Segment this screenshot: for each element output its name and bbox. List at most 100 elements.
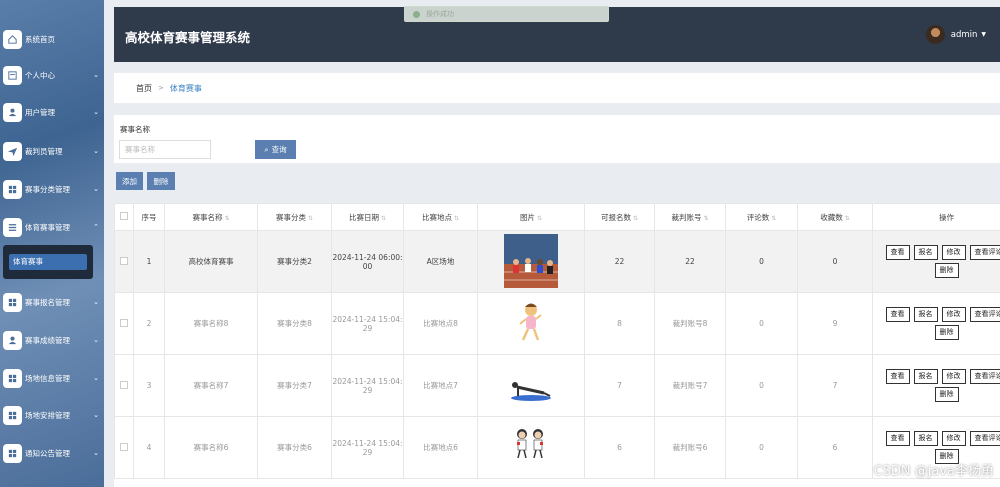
sidebar-item-categories[interactable]: 赛事分类管理 ⌄ (0, 177, 104, 201)
column-header[interactable]: 图片 ⇅ (477, 203, 585, 231)
cell-quota: 8 (584, 292, 655, 355)
delete-row-button[interactable]: 删除 (934, 263, 959, 278)
sort-icon: ⇅ (536, 214, 543, 222)
cell-image (477, 292, 585, 355)
column-header[interactable]: 比赛日期 ⇅ (331, 203, 404, 231)
cell-quota: 6 (584, 416, 655, 479)
row-checkbox[interactable] (114, 416, 134, 479)
sidebar-item-registrations[interactable]: 赛事报名管理 ⌄ (0, 290, 104, 314)
breadcrumb-separator: > (158, 84, 164, 92)
sidebar-item-venue-schedule[interactable]: 场地安排管理 ⌄ (0, 403, 104, 427)
view-comments-button[interactable]: 查看评论 (969, 431, 1000, 446)
grid-icon (3, 368, 22, 388)
view-button[interactable]: 查看 (885, 369, 910, 384)
delete-row-button[interactable]: 删除 (934, 325, 959, 340)
delete-row-button[interactable]: 删除 (934, 387, 959, 402)
view-button[interactable]: 查看 (885, 245, 910, 260)
view-comments-button[interactable]: 查看评论 (969, 245, 1000, 260)
cell-comments: 0 (725, 230, 798, 293)
view-comments-button[interactable]: 查看评论 (969, 369, 1000, 384)
search-input[interactable]: 赛事名称 (119, 140, 211, 159)
column-header[interactable]: 赛事名称 ⇅ (164, 203, 258, 231)
view-comments-button[interactable]: 查看评论 (969, 307, 1000, 322)
cell-date: 2024-11-24 15:04:29 (331, 292, 404, 355)
sidebar-item-label: 个人中心 (25, 70, 55, 80)
cell-image (477, 354, 585, 417)
user-menu[interactable]: admin ▼ (925, 25, 986, 44)
grid-icon (3, 292, 22, 312)
column-header[interactable]: 收藏数 ⇅ (797, 203, 873, 231)
grid-icon (3, 405, 22, 425)
list-icon (3, 217, 22, 237)
sidebar-item-label: 赛事成绩管理 (25, 335, 70, 345)
column-header[interactable]: 比赛地点 ⇅ (403, 203, 478, 231)
cell-date: 2024-11-24 06:00:00 (331, 230, 404, 293)
sidebar-item-users[interactable]: 用户管理 ⌄ (0, 100, 104, 124)
table-row: 2 赛事名称8 赛事分类8 2024-11-24 15:04:29 比赛地点8 8 裁判账号… (114, 292, 1000, 355)
sidebar-item-referees[interactable]: 裁判员管理 ⌄ (0, 139, 104, 163)
username: admin (950, 29, 978, 40)
edit-button[interactable]: 修改 (941, 431, 966, 446)
sidebar-item-notices[interactable]: 通知公告管理 ⌄ (0, 441, 104, 465)
toast-message: 操作成功 (426, 10, 454, 18)
search-icon: ⌕ (264, 144, 269, 154)
register-button[interactable]: 报名 (913, 369, 938, 384)
register-button[interactable]: 报名 (913, 431, 938, 446)
view-button[interactable]: 查看 (885, 307, 910, 322)
watermark: CSDN @java李杨勇 (873, 464, 994, 479)
edit-button[interactable]: 修改 (941, 369, 966, 384)
register-button[interactable]: 报名 (913, 307, 938, 322)
cell-comments: 0 (725, 416, 798, 479)
search-button[interactable]: ⌕ 查询 (255, 140, 296, 159)
cell-comments: 0 (725, 354, 798, 417)
cell-operations: 查看 报名 修改 查看评论 删除 (872, 354, 1000, 417)
chevron-down-icon: ⌄ (93, 71, 99, 79)
cell-no: 2 (133, 292, 165, 355)
sidebar-subitem-events[interactable]: 体育赛事 (9, 254, 87, 270)
delete-button[interactable]: 删除 (147, 172, 175, 190)
column-header[interactable]: 裁判账号 ⇅ (654, 203, 726, 231)
select-all-checkbox[interactable] (114, 203, 134, 231)
sidebar-item-events[interactable]: 体育赛事管理 ⌃ (0, 215, 104, 239)
row-checkbox[interactable] (114, 354, 134, 417)
cell-name: 赛事名称7 (164, 354, 258, 417)
edit-button[interactable]: 修改 (941, 307, 966, 322)
sidebar-item-label: 体育赛事管理 (25, 222, 70, 232)
cell-place: A区场地 (403, 230, 478, 293)
cell-favorites: 0 (797, 230, 873, 293)
cell-place: 比赛地点7 (403, 354, 478, 417)
search-button-label: 查询 (271, 145, 287, 154)
chevron-up-icon: ⌃ (93, 223, 99, 231)
edit-button[interactable]: 修改 (941, 245, 966, 260)
sidebar-item-results[interactable]: 赛事成绩管理 ⌄ (0, 328, 104, 352)
chevron-down-icon: ⌄ (93, 147, 99, 155)
cell-comments: 0 (725, 292, 798, 355)
chevron-down-icon: ⌄ (93, 185, 99, 193)
column-header[interactable]: 赛事分类 ⇅ (257, 203, 332, 231)
view-button[interactable]: 查看 (885, 431, 910, 446)
sidebar-item-label: 通知公告管理 (25, 448, 70, 458)
add-button[interactable]: 添加 (116, 172, 143, 190)
sidebar-item-profile[interactable]: 个人中心 ⌄ (0, 63, 104, 87)
column-header[interactable]: 可报名数 ⇅ (584, 203, 655, 231)
row-checkbox[interactable] (114, 292, 134, 355)
column-header[interactable]: 评论数 ⇅ (725, 203, 798, 231)
register-button[interactable]: 报名 (913, 245, 938, 260)
row-checkbox[interactable] (114, 230, 134, 293)
sidebar-item-label: 场地安排管理 (25, 410, 70, 420)
search-label: 赛事名称 (120, 125, 150, 134)
cell-name: 赛事名称8 (164, 292, 258, 355)
sidebar-item-label: 场地信息管理 (25, 373, 70, 383)
cell-category: 赛事分类2 (257, 230, 332, 293)
chevron-down-icon: ⌄ (93, 336, 99, 344)
sidebar-item-venues[interactable]: 场地信息管理 ⌄ (0, 366, 104, 390)
cell-image (477, 416, 585, 479)
table-row: 3 赛事名称7 赛事分类7 2024-11-24 15:04:29 比赛地点7 7 裁判账号… (114, 354, 1000, 417)
sidebar-item-label: 赛事报名管理 (25, 297, 70, 307)
breadcrumb-home[interactable]: 首页 (136, 83, 152, 94)
cell-date: 2024-11-24 15:04:29 (331, 354, 404, 417)
sidebar-item-home[interactable]: 系统首页 (0, 27, 104, 51)
success-toast: 操作成功 (404, 6, 609, 22)
grid-icon (3, 443, 22, 463)
sidebar-item-label: 裁判员管理 (25, 146, 63, 156)
